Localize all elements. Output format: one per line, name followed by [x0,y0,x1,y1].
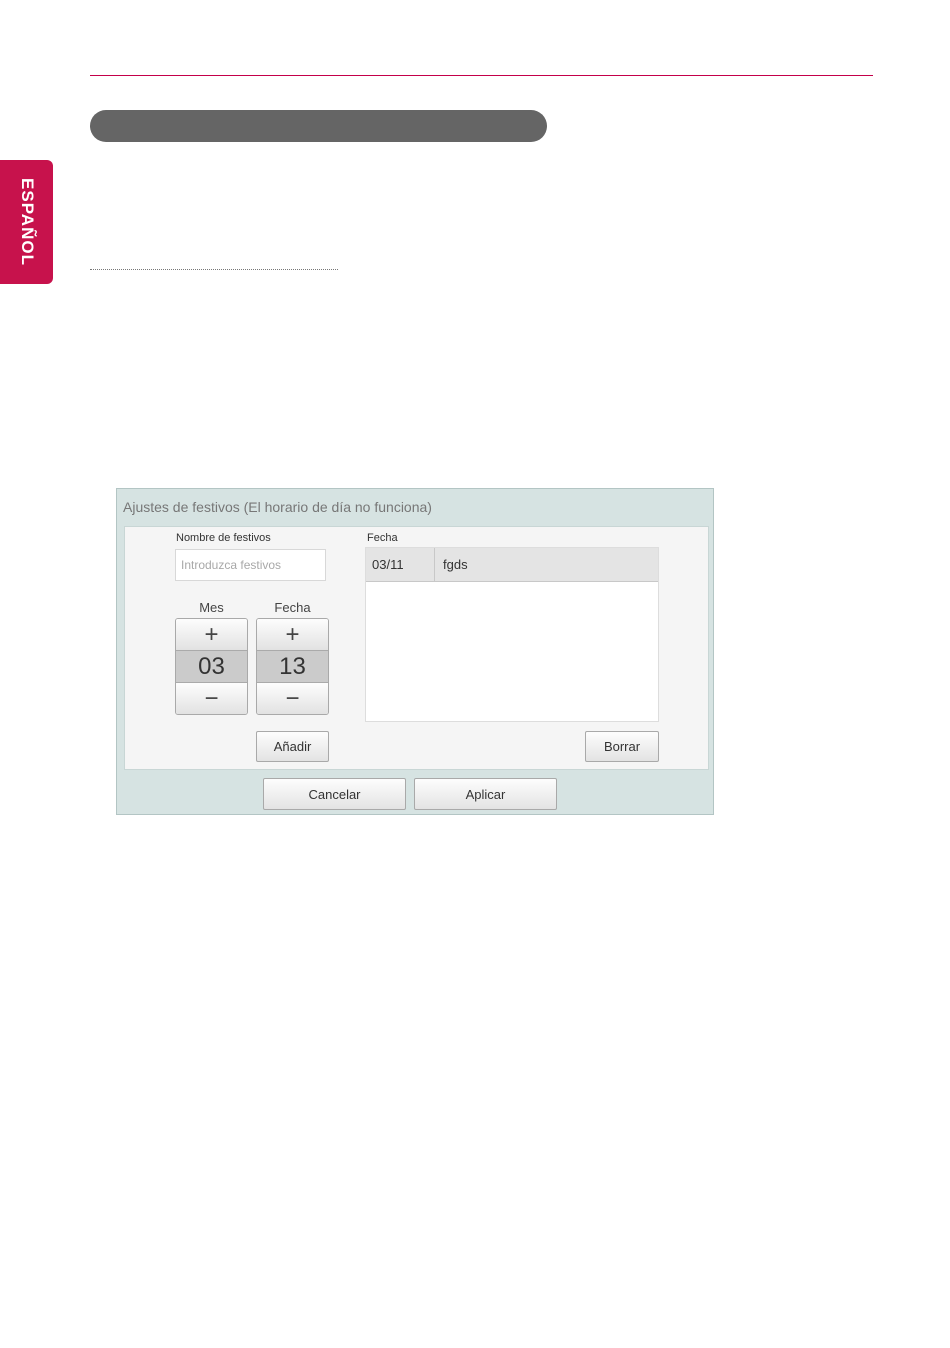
day-increment-button[interactable]: + [257,619,328,650]
day-decrement-button[interactable]: − [257,683,328,714]
language-tab: ESPAÑOL [0,160,53,284]
day-value: 13 [257,650,328,683]
cancel-button[interactable]: Cancelar [263,778,406,810]
holiday-list: 03/11 fgds [365,547,659,722]
list-item-name: fgds [443,557,468,572]
dotted-divider [90,269,338,270]
minus-icon: − [204,684,219,712]
plus-icon: + [204,620,219,648]
holiday-name-input[interactable] [175,549,326,581]
month-increment-button[interactable]: + [176,619,247,650]
dialog-panel: Nombre de festivos Mes Fecha + 03 − + 13… [124,526,709,770]
list-item-date: 03/11 [366,548,435,581]
section-heading-bar [90,110,547,142]
apply-button[interactable]: Aplicar [414,778,557,810]
day-label: Fecha [274,600,311,615]
month-stepper: + 03 − [175,618,248,715]
day-stepper: + 13 − [256,618,329,715]
month-decrement-button[interactable]: − [176,683,247,714]
minus-icon: − [285,684,300,712]
holiday-name-label: Nombre de festivos [176,532,271,544]
plus-icon: + [285,620,300,648]
holiday-settings-dialog: Ajustes de festivos (El horario de día n… [116,488,714,815]
month-label: Mes [199,600,224,615]
delete-button[interactable]: Borrar [585,731,659,762]
language-tab-label: ESPAÑOL [17,178,37,266]
holiday-list-label: Fecha [367,532,398,544]
dialog-title: Ajustes de festivos (El horario de día n… [123,499,432,515]
list-item[interactable]: 03/11 fgds [366,548,658,582]
add-button[interactable]: Añadir [256,731,329,762]
month-value: 03 [176,650,247,683]
header-rule [90,75,873,76]
